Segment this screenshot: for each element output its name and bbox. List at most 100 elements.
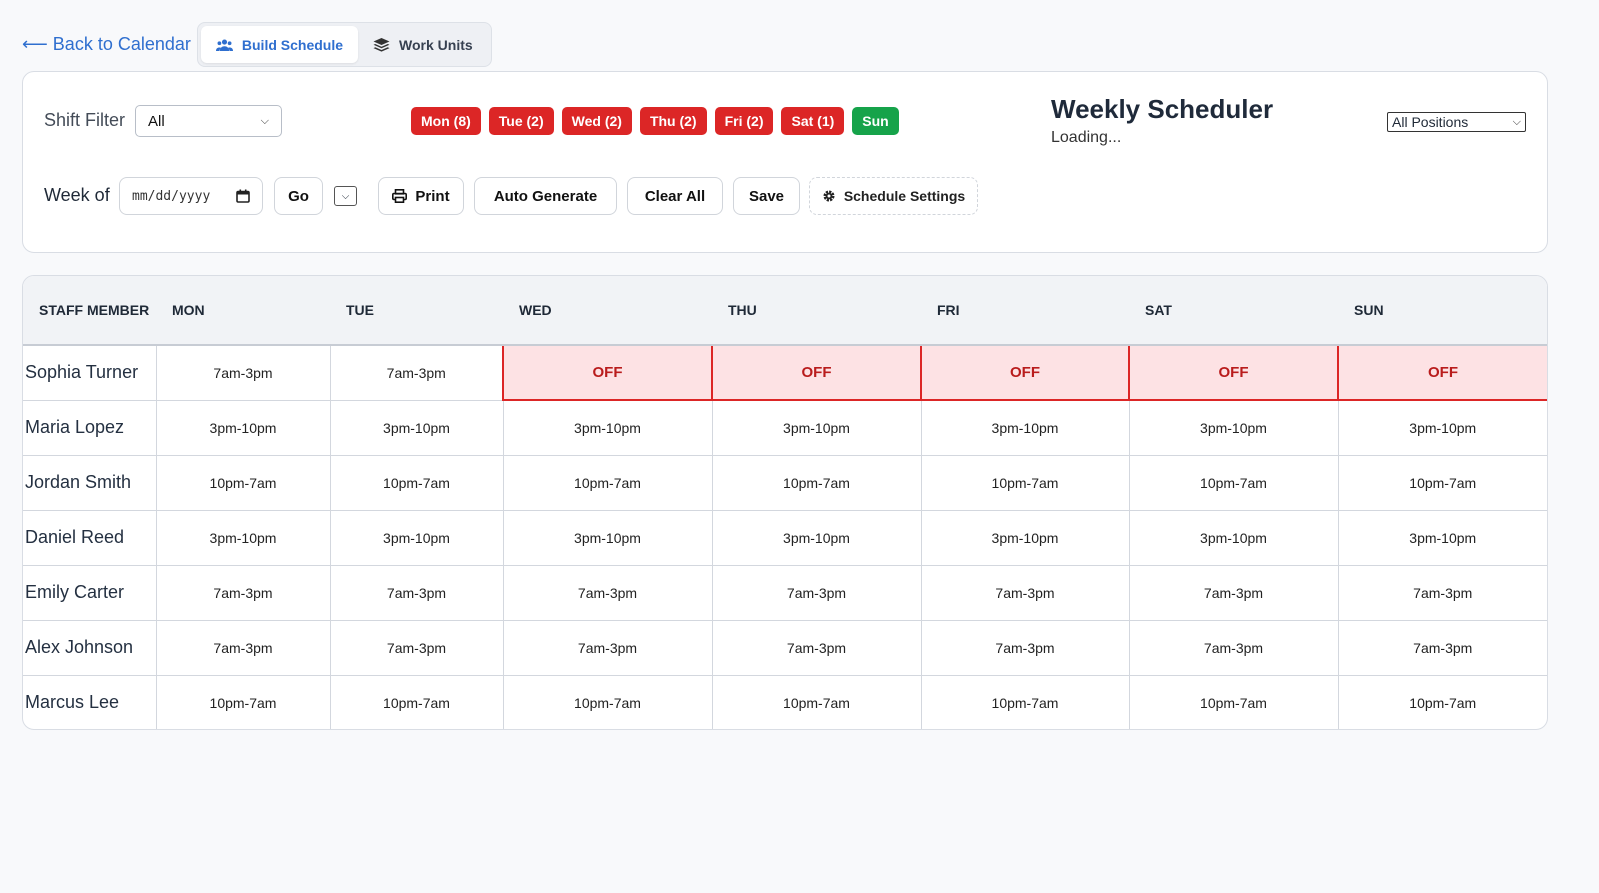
day-chip-sun[interactable]: Sun — [852, 107, 899, 135]
shift-cell[interactable]: 7am-3pm — [155, 345, 331, 401]
column-header-mon: MON — [156, 276, 330, 346]
shift-cell[interactable]: 7am-3pm — [502, 564, 713, 621]
table-row: Daniel Reed 3pm-10pm 3pm-10pm 3pm-10pm 3pm-1… — [23, 509, 1547, 566]
go-button[interactable]: Go — [274, 177, 323, 215]
staff-name: Alex Johnson — [23, 619, 157, 676]
shift-cell[interactable]: 10pm-7am — [711, 674, 922, 729]
shift-cell[interactable]: 3pm-10pm — [920, 509, 1130, 566]
shift-cell[interactable]: 10pm-7am — [1128, 674, 1339, 729]
column-header-staff: STAFF MEMBER — [23, 276, 156, 346]
shift-cell-off[interactable]: OFF — [502, 345, 713, 401]
shift-cell[interactable]: 7am-3pm — [329, 345, 504, 401]
table-header-row: STAFF MEMBER MON TUE WED THU FRI SAT SUN — [23, 276, 1547, 346]
shift-cell[interactable]: 7am-3pm — [1128, 619, 1339, 676]
schedule-settings-label: Schedule Settings — [843, 188, 966, 204]
column-header-thu: THU — [712, 276, 921, 346]
shift-cell[interactable]: 3pm-10pm — [329, 509, 504, 566]
top-nav: ⟵ Back to Calendar Build Schedule Work U… — [22, 22, 492, 67]
day-chip-thu[interactable]: Thu (2) — [639, 107, 707, 135]
schedule-body: Sophia Turner 7am-3pm 7am-3pm OFF OFF OFF OFF O… — [23, 345, 1547, 729]
shift-cell[interactable]: 3pm-10pm — [711, 399, 922, 456]
table-row: Marcus Lee 10pm-7am 10pm-7am 10pm-7am 10pm-7… — [23, 674, 1547, 729]
shift-cell[interactable]: 3pm-10pm — [711, 509, 922, 566]
positions-select[interactable]: All Positions ⌵ — [1387, 112, 1526, 132]
clear-all-button[interactable]: Clear All — [627, 177, 723, 215]
auto-generate-button[interactable]: Auto Generate — [474, 177, 617, 215]
table-row: Sophia Turner 7am-3pm 7am-3pm OFF OFF OFF OFF O… — [23, 345, 1547, 401]
table-row: Alex Johnson 7am-3pm 7am-3pm 7am-3pm 7am-3pm… — [23, 619, 1547, 676]
shift-cell[interactable]: 10pm-7am — [1337, 454, 1547, 511]
shift-cell[interactable]: 7am-3pm — [711, 564, 922, 621]
shift-cell[interactable]: 10pm-7am — [711, 454, 922, 511]
day-chip-mon[interactable]: Mon (8) — [411, 107, 481, 135]
column-header-wed: WED — [503, 276, 712, 346]
print-button[interactable]: Print — [378, 177, 464, 215]
save-button[interactable]: Save — [733, 177, 800, 215]
schedule-settings-button[interactable]: Schedule Settings — [809, 177, 978, 215]
shift-cell[interactable]: 10pm-7am — [920, 454, 1130, 511]
shift-cell[interactable]: 7am-3pm — [711, 619, 922, 676]
shift-cell[interactable]: 3pm-10pm — [1337, 509, 1547, 566]
loading-status: Loading... — [1051, 129, 1122, 146]
shift-cell-off[interactable]: OFF — [1128, 345, 1339, 401]
staff-name: Daniel Reed — [23, 509, 157, 566]
day-coverage-chips: Mon (8) Tue (2) Wed (2) Thu (2) Fri (2) … — [411, 107, 899, 135]
shift-cell[interactable]: 3pm-10pm — [329, 399, 504, 456]
column-header-tue: TUE — [330, 276, 503, 346]
tab-build-schedule[interactable]: Build Schedule — [200, 26, 359, 63]
day-chip-sat[interactable]: Sat (1) — [781, 107, 845, 135]
shift-filter-select[interactable]: All ⌵ — [135, 105, 282, 137]
back-to-calendar-link[interactable]: ⟵ Back to Calendar — [22, 34, 191, 55]
shift-cell[interactable]: 7am-3pm — [502, 619, 713, 676]
shift-cell[interactable]: 7am-3pm — [920, 619, 1130, 676]
calendar-icon[interactable] — [236, 189, 250, 203]
day-chip-tue[interactable]: Tue (2) — [488, 107, 554, 135]
shift-cell[interactable]: 10pm-7am — [155, 454, 331, 511]
shift-cell[interactable]: 7am-3pm — [1128, 564, 1339, 621]
shift-cell[interactable]: 3pm-10pm — [502, 509, 713, 566]
staff-name: Jordan Smith — [23, 454, 157, 511]
shift-cell-off[interactable]: OFF — [1337, 345, 1547, 401]
shift-cell[interactable]: 7am-3pm — [920, 564, 1130, 621]
shift-cell[interactable]: 7am-3pm — [1337, 564, 1547, 621]
shift-cell-off[interactable]: OFF — [920, 345, 1130, 401]
day-chip-wed[interactable]: Wed (2) — [561, 107, 632, 135]
shift-cell[interactable]: 3pm-10pm — [1128, 509, 1339, 566]
shift-cell[interactable]: 7am-3pm — [155, 564, 331, 621]
shift-cell[interactable]: 3pm-10pm — [155, 399, 331, 456]
shift-cell[interactable]: 7am-3pm — [155, 619, 331, 676]
staff-name: Emily Carter — [23, 564, 157, 621]
shift-cell[interactable]: 10pm-7am — [329, 454, 504, 511]
shift-cell[interactable]: 10pm-7am — [1337, 674, 1547, 729]
shift-cell[interactable]: 3pm-10pm — [1128, 399, 1339, 456]
shift-filter-value: All — [148, 112, 165, 130]
controls-panel: Shift Filter All ⌵ Mon (8) Tue (2) Wed (… — [22, 71, 1548, 253]
chevron-down-icon: ⌵ — [1512, 115, 1521, 128]
week-of-label: Week of — [44, 185, 110, 205]
staff-name: Sophia Turner — [23, 345, 157, 401]
shift-cell[interactable]: 7am-3pm — [329, 619, 504, 676]
day-chip-fri[interactable]: Fri (2) — [714, 107, 774, 135]
printer-icon — [392, 189, 408, 203]
shift-cell[interactable]: 10pm-7am — [502, 674, 713, 729]
chevron-down-icon: ⌵ — [341, 190, 350, 202]
shift-cell[interactable]: 10pm-7am — [155, 674, 331, 729]
tab-build-schedule-label: Build Schedule — [241, 36, 344, 53]
week-date-input[interactable]: mm/dd/yyyy — [119, 177, 263, 215]
shift-cell[interactable]: 10pm-7am — [329, 674, 504, 729]
shift-filter-label: Shift Filter — [44, 110, 126, 130]
shift-cell[interactable]: 3pm-10pm — [502, 399, 713, 456]
shift-cell[interactable]: 10pm-7am — [502, 454, 713, 511]
title-block: Weekly Scheduler Loading... — [1051, 94, 1273, 147]
table-row: Emily Carter 7am-3pm 7am-3pm 7am-3pm 7am-3pm… — [23, 564, 1547, 621]
shift-cell[interactable]: 3pm-10pm — [920, 399, 1130, 456]
shift-cell[interactable]: 10pm-7am — [1128, 454, 1339, 511]
shift-cell-off[interactable]: OFF — [711, 345, 922, 401]
shift-cell[interactable]: 3pm-10pm — [1337, 399, 1547, 456]
shift-cell[interactable]: 10pm-7am — [920, 674, 1130, 729]
shift-cell[interactable]: 3pm-10pm — [155, 509, 331, 566]
shift-cell[interactable]: 7am-3pm — [1337, 619, 1547, 676]
tab-work-units[interactable]: Work Units — [358, 26, 488, 63]
week-dropdown[interactable]: ⌵ — [334, 186, 357, 206]
shift-cell[interactable]: 7am-3pm — [329, 564, 504, 621]
